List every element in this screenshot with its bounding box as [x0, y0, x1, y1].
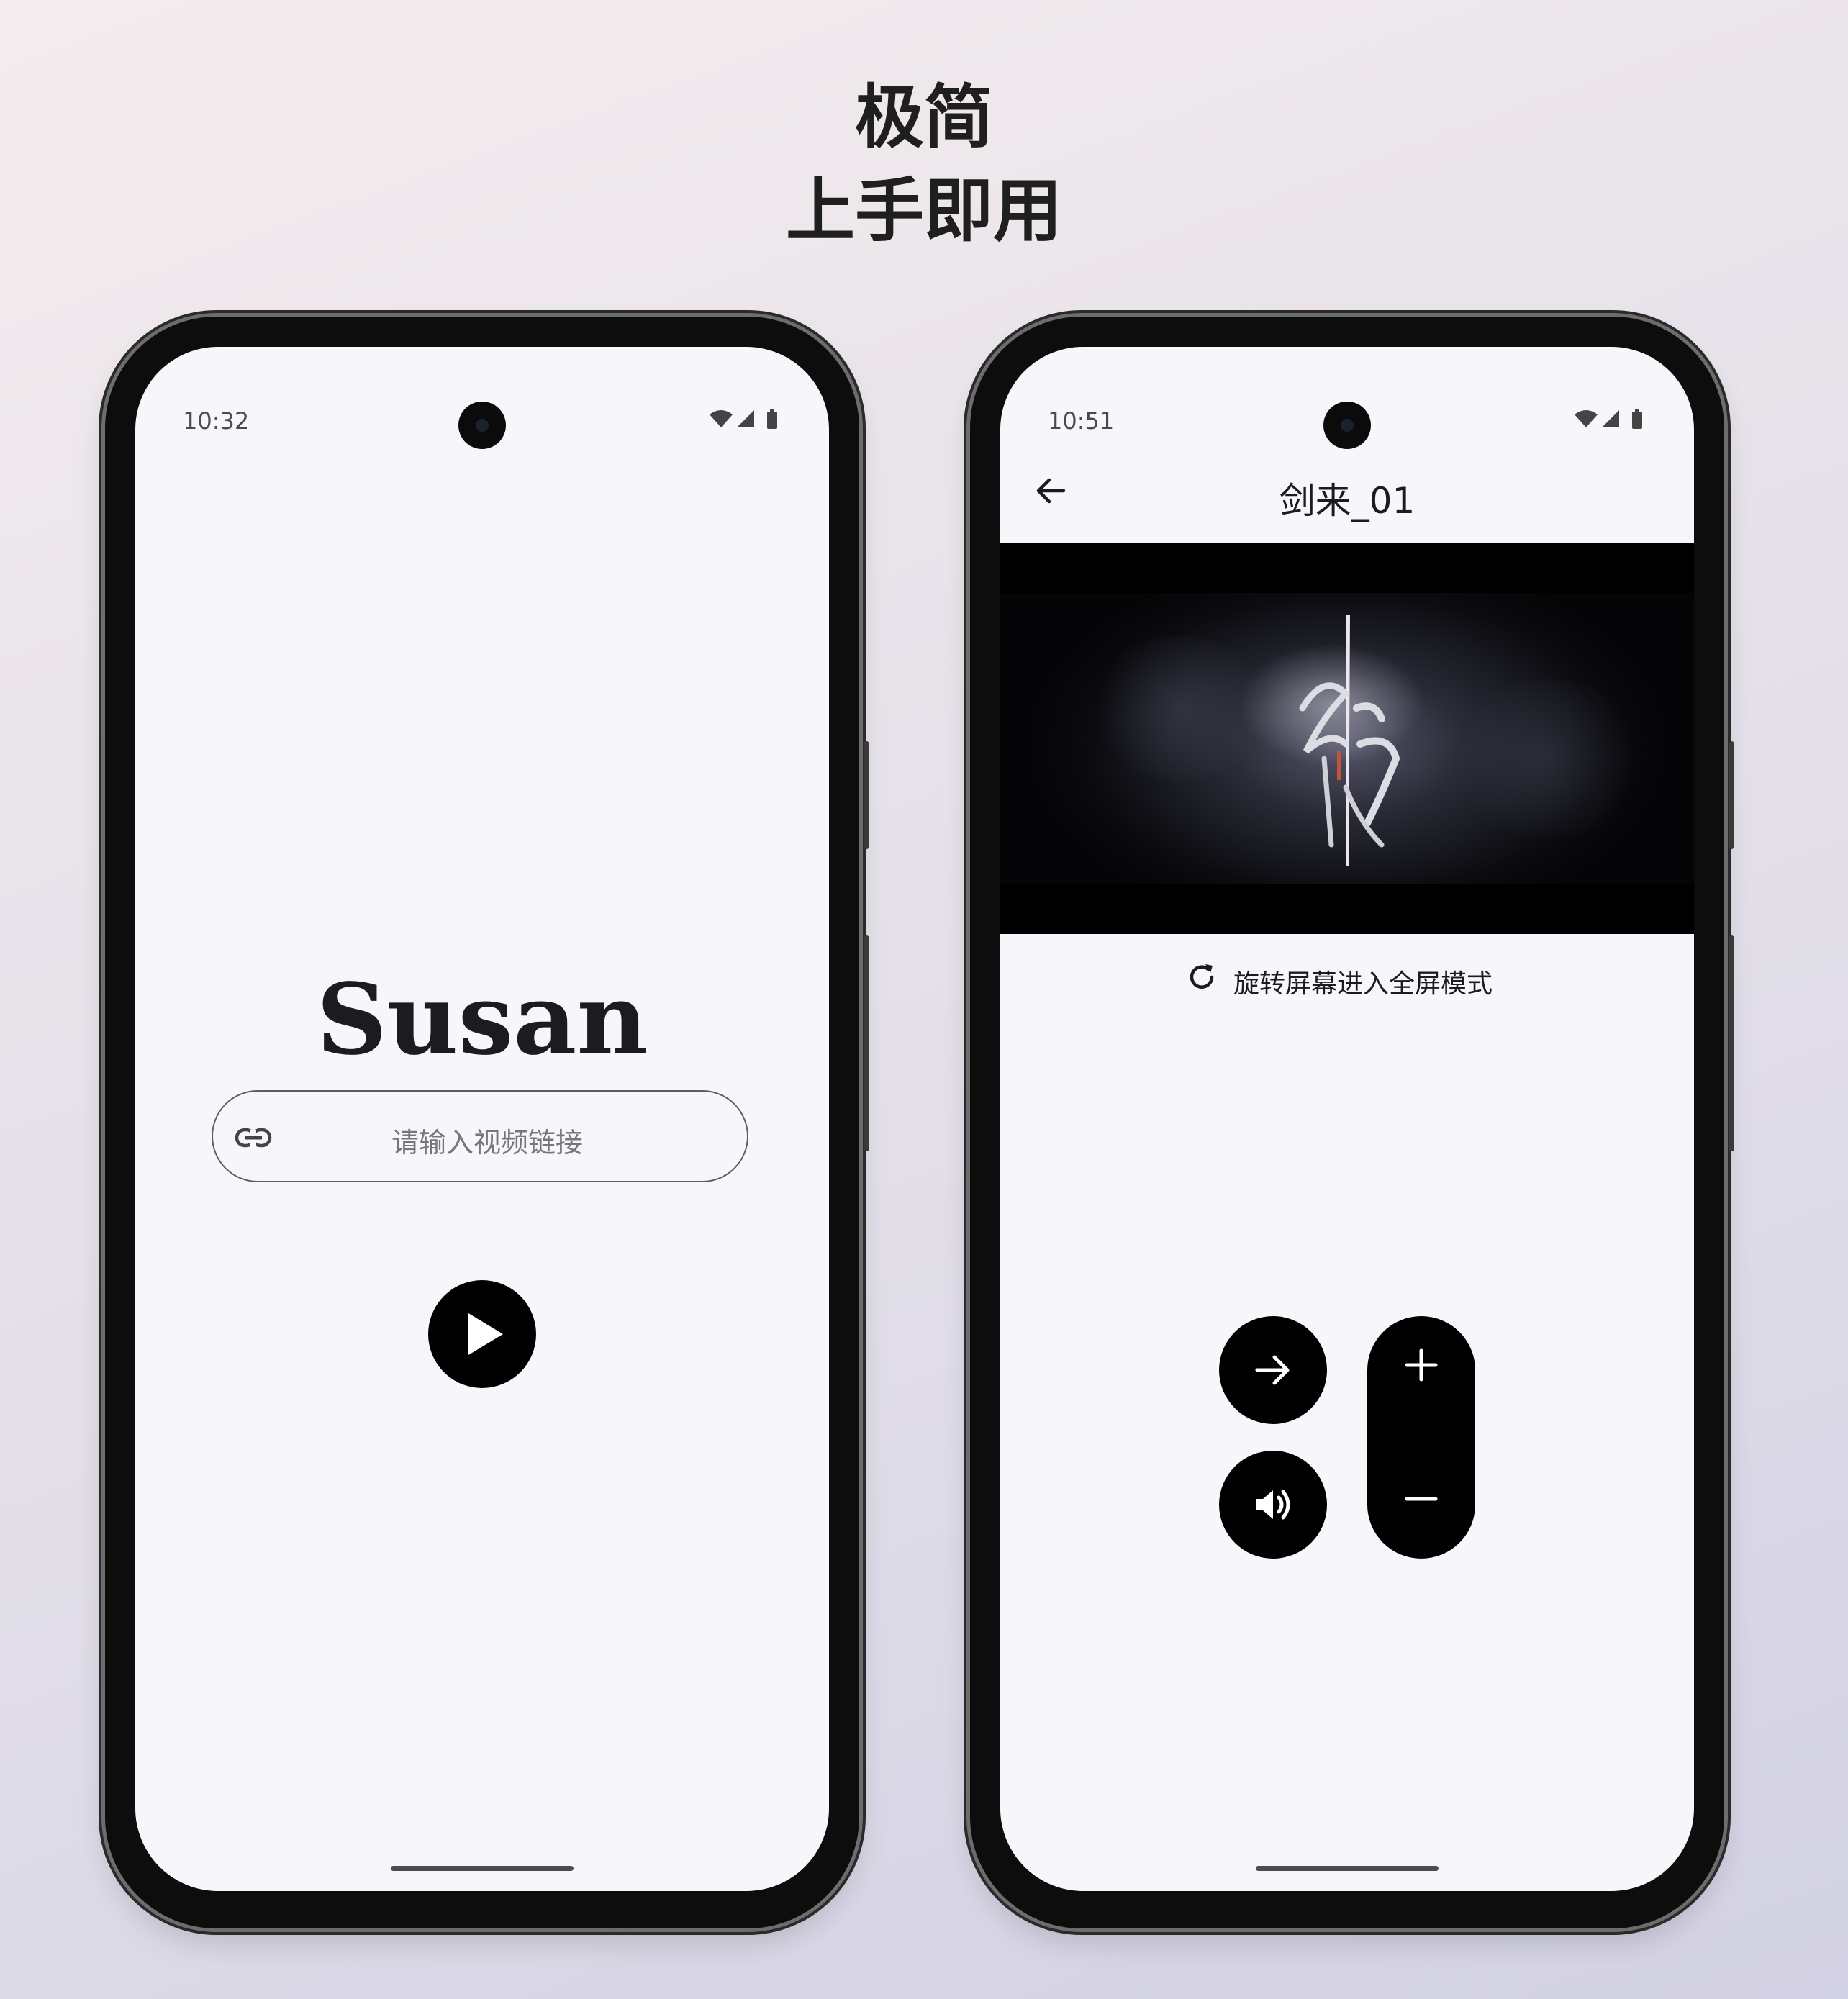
home-indicator[interactable]	[391, 1866, 574, 1871]
battery-icon	[767, 412, 777, 429]
camera-cutout	[1323, 402, 1371, 449]
camera-cutout	[458, 402, 506, 449]
headline-line-2: 上手即用	[786, 171, 1062, 251]
status-time: 10:51	[1048, 407, 1115, 435]
video-player[interactable]	[1000, 543, 1694, 934]
rotate-hint-label: 旋转屏幕进入全屏模式	[1233, 969, 1493, 999]
volume-rocker	[1729, 935, 1734, 1151]
wifi-icon	[1575, 410, 1598, 427]
volume-stepper	[1367, 1316, 1475, 1559]
volume-icon	[1256, 1490, 1290, 1520]
minus-icon[interactable]	[1397, 1474, 1446, 1523]
calligraphy-artwork	[1299, 615, 1400, 866]
rotate-icon	[1190, 964, 1214, 989]
signal-icon	[1602, 410, 1619, 427]
signal-icon	[737, 410, 754, 427]
plus-icon[interactable]	[1397, 1341, 1446, 1390]
status-icons	[710, 409, 777, 429]
video-url-input[interactable]: 请输入视频链接	[212, 1090, 748, 1182]
arrow-right-icon	[1255, 1355, 1290, 1385]
volume-rocker	[864, 935, 869, 1151]
play-button[interactable]	[428, 1280, 536, 1388]
forward-button[interactable]	[1219, 1316, 1327, 1424]
status-icons	[1575, 409, 1642, 429]
battery-icon	[1632, 412, 1642, 429]
home-indicator[interactable]	[1256, 1866, 1439, 1871]
volume-button[interactable]	[1219, 1451, 1327, 1559]
wifi-icon	[710, 410, 733, 427]
play-icon	[468, 1313, 503, 1355]
headline-line-1: 极简	[855, 77, 993, 158]
power-button	[1729, 741, 1734, 849]
video-title: 剑来_01	[1279, 480, 1416, 522]
phone-frame-left: 10:32 Susan 请输入视频链接	[105, 317, 869, 1928]
power-button	[864, 741, 869, 849]
screen-home: 10:32 Susan 请输入视频链接	[135, 347, 829, 1891]
status-time: 10:32	[183, 407, 250, 435]
url-input-placeholder: 请输入视频链接	[391, 1127, 583, 1159]
rotate-fullscreen-hint[interactable]: 旋转屏幕进入全屏模式	[1000, 960, 1694, 1003]
app-title: Susan	[316, 962, 648, 1077]
video-frame	[1000, 593, 1694, 884]
screen-player: 10:51 剑来_01 旋转屏幕进入全屏模式	[1000, 347, 1694, 1891]
phone-frame-right: 10:51 剑来_01 旋转屏幕进入全屏模式	[970, 317, 1734, 1928]
